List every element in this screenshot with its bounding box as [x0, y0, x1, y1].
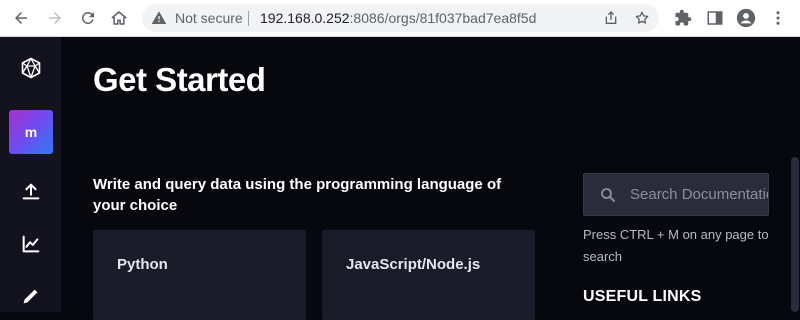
- language-card-javascript[interactable]: JavaScript/Node.js: [322, 230, 535, 320]
- url-host: 192.168.0.252: [260, 10, 350, 26]
- warning-icon[interactable]: [151, 10, 167, 26]
- home-logo-button[interactable]: [9, 46, 53, 90]
- bookmark-star-icon[interactable]: [634, 10, 650, 26]
- documentation-search[interactable]: [583, 173, 769, 216]
- url-path: :8086/orgs/81f037bad7ea8f5d: [349, 10, 537, 26]
- search-input[interactable]: [630, 174, 768, 215]
- section-subtitle: Write and query data using the programmi…: [93, 176, 502, 214]
- address-bar[interactable]: Not secure 192.168.0.252:8086/orgs/81f03…: [142, 4, 659, 32]
- app-sidebar: m: [0, 37, 61, 312]
- forward-arrow-icon: [49, 12, 61, 24]
- back-arrow-icon: [15, 12, 27, 24]
- page-title: Get Started: [93, 61, 266, 98]
- chart-icon: [22, 235, 40, 253]
- useful-links-heading: USEFUL LINKS: [583, 288, 702, 305]
- puzzle-icon: [675, 9, 692, 26]
- home-icon: [111, 11, 127, 25]
- pencil-icon: [23, 289, 38, 304]
- profile-avatar-icon: [736, 8, 756, 28]
- sidebar-item-notebooks[interactable]: [9, 274, 53, 318]
- logo-icon: [21, 57, 41, 79]
- org-avatar[interactable]: m: [9, 110, 53, 154]
- main-content: Get Started Write and query data using t…: [61, 37, 800, 320]
- reload-button[interactable]: [75, 5, 101, 31]
- kebab-menu-icon: [776, 11, 780, 25]
- upload-icon: [22, 183, 40, 200]
- search-icon: [601, 188, 615, 202]
- extensions-button[interactable]: [673, 8, 693, 28]
- card-label: JavaScript/Node.js: [346, 256, 481, 273]
- url-text[interactable]: 192.168.0.252:8086/orgs/81f037bad7ea8f5d: [260, 10, 536, 26]
- side-panel-button[interactable]: [705, 8, 725, 28]
- home-button[interactable]: [106, 5, 132, 31]
- sidebar-item-load-data[interactable]: [9, 170, 53, 214]
- forward-button[interactable]: [42, 5, 68, 31]
- profile-button[interactable]: [736, 8, 756, 28]
- address-divider: [248, 11, 249, 26]
- org-initial: m: [24, 124, 38, 140]
- back-button[interactable]: [8, 5, 34, 31]
- card-label: Python: [117, 256, 168, 273]
- menu-button[interactable]: [768, 8, 788, 28]
- browser-toolbar: Not secure 192.168.0.252:8086/orgs/81f03…: [0, 0, 800, 37]
- scrollbar[interactable]: [791, 157, 799, 312]
- side-panel-icon: [707, 11, 723, 25]
- sidebar-item-data-explorer[interactable]: [9, 222, 53, 266]
- language-card-python[interactable]: Python: [93, 230, 306, 320]
- share-icon[interactable]: [603, 10, 619, 26]
- reload-icon: [81, 11, 94, 24]
- security-label[interactable]: Not secure: [175, 10, 243, 26]
- search-hint: Press CTRL + M on any page to search: [583, 227, 769, 264]
